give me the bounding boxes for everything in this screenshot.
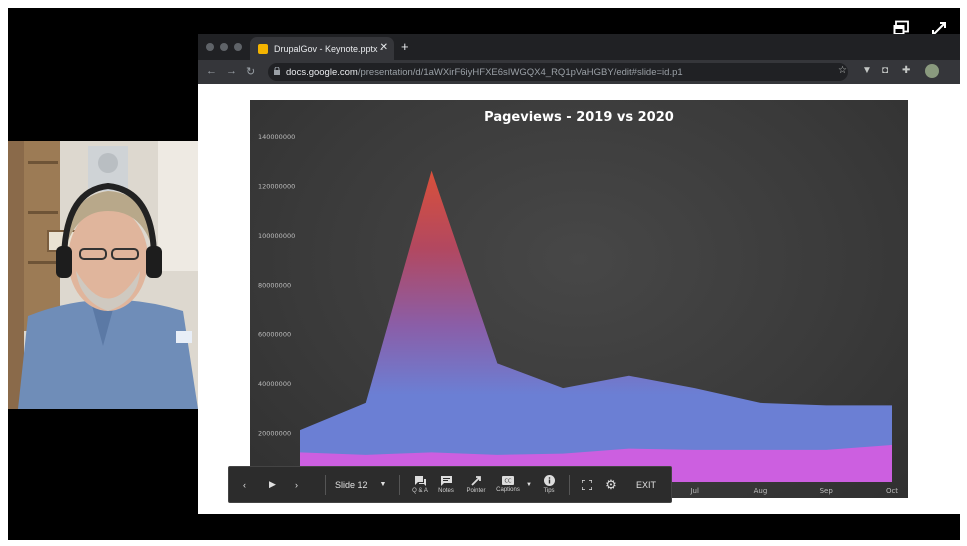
camera-extension-icon[interactable]: ◘	[882, 65, 888, 76]
play-icon: ▶	[269, 479, 276, 489]
fullscreen-slide-button[interactable]	[579, 467, 595, 502]
x-tick-label: Oct	[886, 487, 898, 495]
window-zoom-dot[interactable]	[234, 43, 242, 51]
slide: Pageviews - 2019 vs 2020 140000000 120000…	[250, 100, 908, 498]
chart-title: Pageviews - 2019 vs 2020	[484, 110, 674, 125]
y-tick-label: 140000000	[258, 133, 295, 141]
browser-window: DrupalGov - Keynote.pptx - Go ✕ + ← → ↻ …	[198, 34, 960, 514]
forward-arrow-icon[interactable]: →	[226, 65, 237, 77]
back-arrow-icon[interactable]: ←	[206, 65, 217, 77]
tab-close-icon[interactable]: ✕	[380, 42, 388, 53]
presenter-toolbar: ‹ ▶ › Slide 12 ▼ Q & A Notes Pointer CC …	[228, 466, 672, 503]
qa-chat-icon	[414, 475, 426, 486]
divider	[569, 475, 570, 495]
notes-label: Notes	[438, 487, 454, 494]
tips-label: Tips	[543, 488, 555, 494]
caret-down-icon: ▼	[526, 481, 532, 488]
x-axis-ticks: Jul Aug Sep Oct	[689, 487, 898, 495]
y-tick-label: 100000000	[258, 232, 295, 240]
tab-google-slides[interactable]: DrupalGov - Keynote.pptx - Go ✕	[250, 37, 394, 60]
captions-button[interactable]: CC Captions	[493, 467, 523, 502]
tab-strip: DrupalGov - Keynote.pptx - Go ✕ +	[198, 34, 960, 60]
speaker-image	[8, 141, 198, 409]
chevron-right-icon: ›	[295, 479, 298, 490]
x-tick-label: Sep	[820, 487, 834, 495]
qa-button[interactable]: Q & A	[407, 467, 433, 502]
previous-slide-button[interactable]: ‹	[243, 467, 246, 502]
url-path: /presentation/d/1aWXirF6iyHFXE6sIWGQX4_R…	[357, 66, 683, 78]
extension-shield-icon[interactable]: ▼	[862, 65, 872, 76]
y-tick-label: 60000000	[258, 331, 291, 339]
slide-select-value: Slide 12	[335, 479, 368, 490]
browser-toolbar: ← → ↻ docs.google.com/presentation/d/1aW…	[198, 60, 960, 84]
y-tick-label: 80000000	[258, 281, 291, 289]
tab-title: DrupalGov - Keynote.pptx - Go	[274, 43, 384, 54]
info-icon	[543, 475, 555, 486]
new-tab-button[interactable]: +	[401, 39, 409, 54]
webcam-video	[8, 141, 198, 409]
profile-avatar[interactable]	[925, 64, 939, 78]
exit-label: EXIT	[635, 479, 656, 490]
pointer-label: Pointer	[466, 487, 486, 494]
y-tick-label: 20000000	[258, 430, 291, 438]
video-stage: DrupalGov - Keynote.pptx - Go ✕ + ← → ↻ …	[8, 8, 960, 540]
qa-label: Q & A	[412, 487, 428, 494]
tips-button[interactable]: Tips	[537, 467, 561, 502]
chart-areas	[300, 170, 892, 482]
y-axis-ticks: 140000000 120000000 100000000 80000000 60000…	[258, 133, 295, 438]
presentation-viewport: Pageviews - 2019 vs 2020 140000000 120000…	[198, 84, 960, 514]
y-tick-label: 40000000	[258, 380, 291, 388]
bookmark-star-icon[interactable]: ☆	[838, 65, 847, 76]
notes-button[interactable]: Notes	[433, 467, 459, 502]
gear-icon: ⚙	[605, 476, 617, 492]
exit-button[interactable]: EXIT	[631, 467, 661, 502]
window-minimize-dot[interactable]	[220, 43, 228, 51]
captions-label: Captions	[496, 487, 520, 493]
notes-icon	[440, 475, 452, 486]
lock-icon	[274, 67, 280, 75]
fullscreen-icon	[582, 479, 592, 490]
chart: Pageviews - 2019 vs 2020 140000000 120000…	[258, 110, 898, 495]
divider	[399, 475, 400, 495]
captions-menu-button[interactable]: ▼	[525, 467, 533, 502]
svg-text:CC: CC	[505, 479, 512, 485]
settings-button[interactable]: ⚙	[603, 467, 619, 502]
y-tick-label: 120000000	[258, 182, 295, 190]
divider	[325, 475, 326, 495]
url-host: docs.google.com	[286, 66, 358, 78]
area-series-1	[300, 170, 892, 482]
pointer-icon	[471, 475, 481, 486]
address-bar[interactable]: docs.google.com/presentation/d/1aWXirF6i…	[268, 63, 848, 81]
chevron-left-icon: ‹	[243, 479, 246, 490]
window-close-dot[interactable]	[206, 43, 214, 51]
slide-select[interactable]: Slide 12 ▼	[335, 467, 386, 502]
slides-favicon-icon	[258, 43, 268, 54]
puzzle-extensions-icon[interactable]: ✚	[902, 65, 910, 76]
captions-icon: CC	[502, 476, 514, 485]
next-slide-button[interactable]: ›	[295, 467, 298, 502]
x-tick-label: Jul	[689, 487, 699, 495]
x-tick-label: Aug	[754, 487, 768, 495]
play-button[interactable]: ▶	[269, 467, 276, 502]
caret-down-icon: ▼	[379, 481, 387, 488]
pointer-button[interactable]: Pointer	[461, 467, 491, 502]
reload-icon[interactable]: ↻	[246, 65, 255, 78]
